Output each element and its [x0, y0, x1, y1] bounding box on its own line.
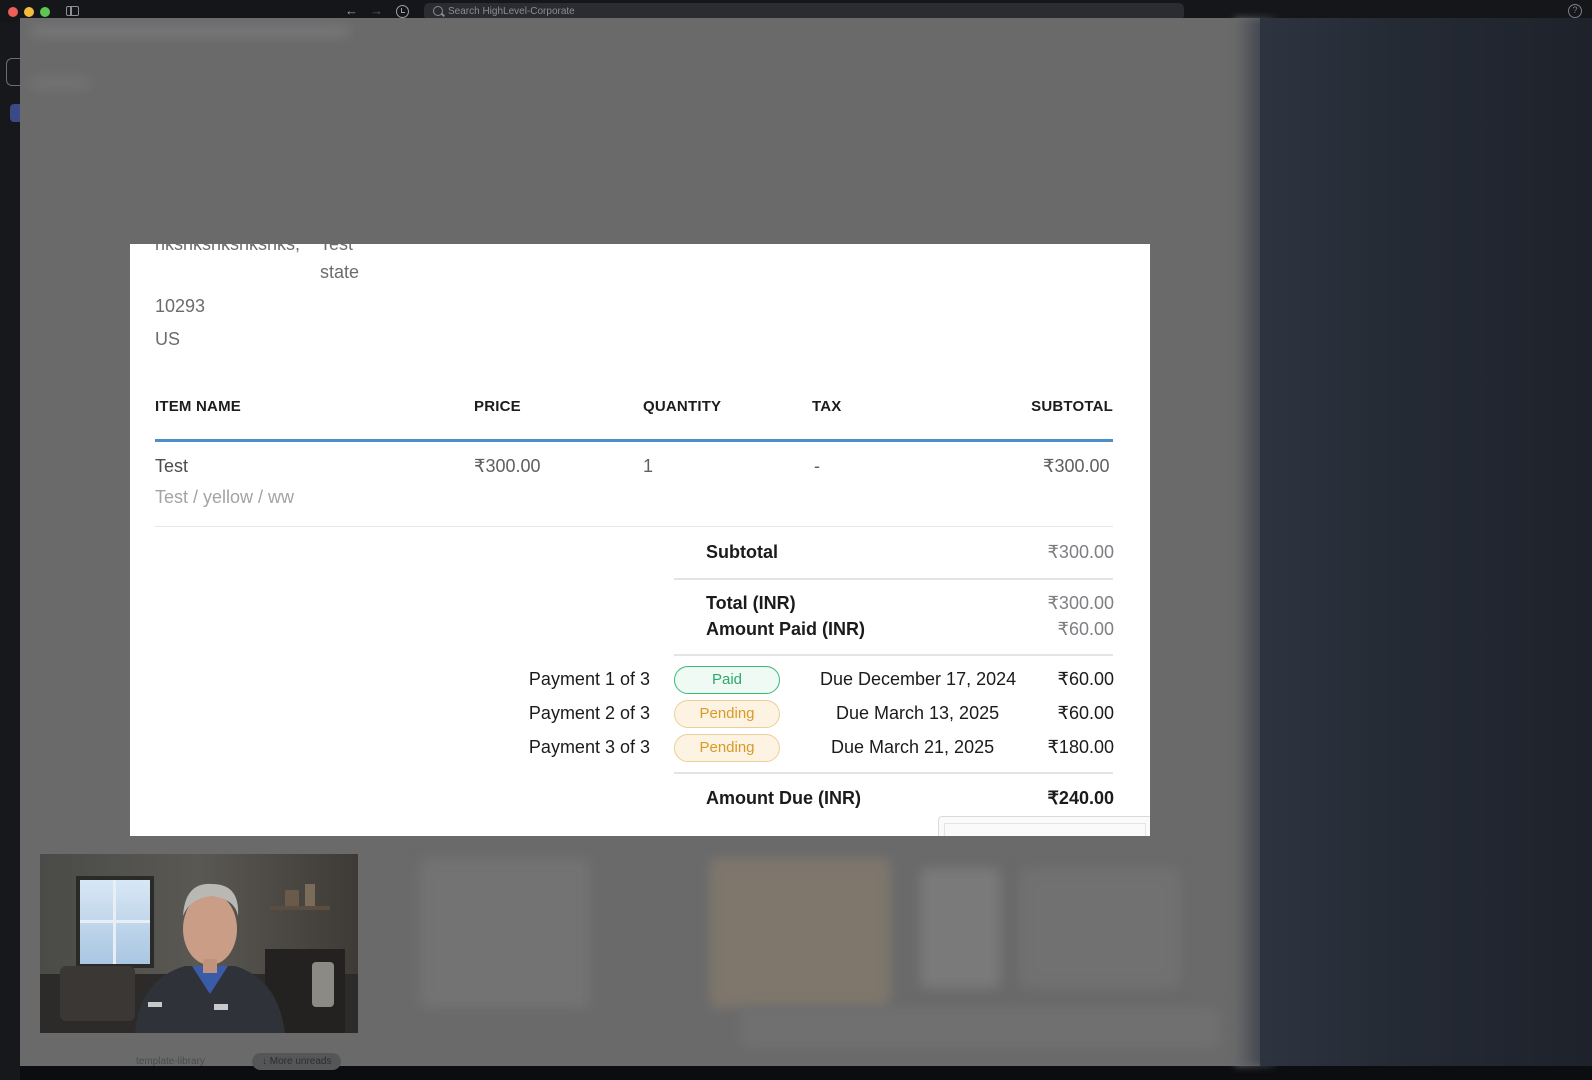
item-subtotal: ₹300.00: [1043, 456, 1110, 476]
total-value: ₹300.00: [1047, 593, 1114, 613]
summary-divider: [674, 654, 1113, 656]
payment-status-badge: Pending: [674, 700, 780, 728]
blurred-header-text: [30, 26, 350, 36]
row-divider: [155, 526, 1113, 527]
summary-divider: [674, 578, 1113, 580]
amount-due-value: ₹240.00: [1047, 788, 1114, 808]
blurred-footer: [740, 1008, 1220, 1048]
minimize-window-icon[interactable]: [24, 7, 34, 17]
maximize-window-icon[interactable]: [40, 7, 50, 17]
payment-due-date: Due December 17, 2024: [820, 669, 1017, 689]
more-unreads-label: More unreads: [269, 1056, 332, 1067]
workspace-icon[interactable]: [6, 58, 20, 86]
bottom-bar: template-library ↓ More unreads: [20, 1052, 1260, 1080]
address-state: state: [320, 262, 360, 282]
address-city: Test: [320, 244, 354, 254]
amount-due-label: Amount Due (INR): [706, 788, 861, 808]
payment-label: Payment 3 of 3: [528, 737, 650, 757]
column-tax: TAX: [812, 398, 842, 415]
subtotal-label: Subtotal: [706, 542, 778, 562]
blurred-label: [30, 78, 90, 88]
payment-status-badge: Paid: [674, 666, 780, 694]
template-library-link[interactable]: template-library: [136, 1056, 205, 1067]
back-arrow-icon[interactable]: ←: [345, 3, 358, 19]
item-price: ₹300.00: [474, 456, 541, 476]
help-icon[interactable]: ?: [1568, 4, 1582, 18]
address-line-1: nksnksnksnksnks,: [155, 244, 301, 254]
payment-amount: ₹60.00: [1057, 703, 1115, 723]
embedded-widget[interactable]: [938, 816, 1150, 836]
close-window-icon[interactable]: [8, 7, 18, 17]
amount-paid-value: ₹60.00: [1057, 619, 1115, 639]
column-subtotal: SUBTOTAL: [1031, 398, 1113, 415]
invoice-preview: nksnksnksnksnks, Test state 10293 US ITE…: [130, 244, 1150, 836]
item-quantity: 1: [643, 456, 654, 476]
blurred-card: [1020, 868, 1180, 988]
column-item-name: ITEM NAME: [155, 398, 241, 415]
header-divider: [155, 439, 1113, 442]
payment-due-date: Due March 21, 2025: [831, 737, 995, 757]
sidebar-toggle-icon[interactable]: [66, 6, 79, 16]
column-quantity: QUANTITY: [643, 398, 722, 415]
history-icon[interactable]: [396, 5, 409, 18]
right-side-panel: [1260, 18, 1592, 1066]
amount-paid-label: Amount Paid (INR): [706, 619, 865, 639]
subtotal-value: ₹300.00: [1047, 542, 1114, 562]
webcam-frame-image: [40, 854, 358, 1033]
summary-divider: [674, 772, 1113, 774]
payment-label: Payment 2 of 3: [528, 703, 650, 723]
app-rail: [0, 22, 20, 1080]
payment-status-badge: Pending: [674, 734, 780, 762]
address-country: US: [155, 329, 181, 349]
address-zip: 10293: [155, 296, 206, 316]
payment-amount: ₹60.00: [1057, 669, 1115, 689]
payment-label: Payment 1 of 3: [528, 669, 650, 689]
total-label: Total (INR): [706, 593, 796, 613]
item-name: Test: [155, 456, 189, 476]
search-icon: [433, 6, 443, 16]
blurred-card: [420, 858, 590, 1008]
forward-arrow-icon[interactable]: →: [370, 3, 383, 19]
column-price: PRICE: [474, 398, 521, 415]
more-unreads-button[interactable]: ↓ More unreads: [252, 1053, 342, 1070]
active-workspace-icon[interactable]: [10, 104, 20, 122]
blurred-card: [710, 858, 890, 1008]
webcam-video: [40, 854, 358, 1033]
blurred-card: [920, 868, 1000, 988]
item-variant: Test / yellow / ww: [155, 487, 295, 507]
payment-due-date: Due March 13, 2025: [836, 703, 1000, 723]
payment-amount: ₹180.00: [1047, 737, 1114, 757]
search-input[interactable]: Search HighLevel-Corporate: [448, 5, 575, 18]
item-tax: -: [814, 456, 820, 476]
